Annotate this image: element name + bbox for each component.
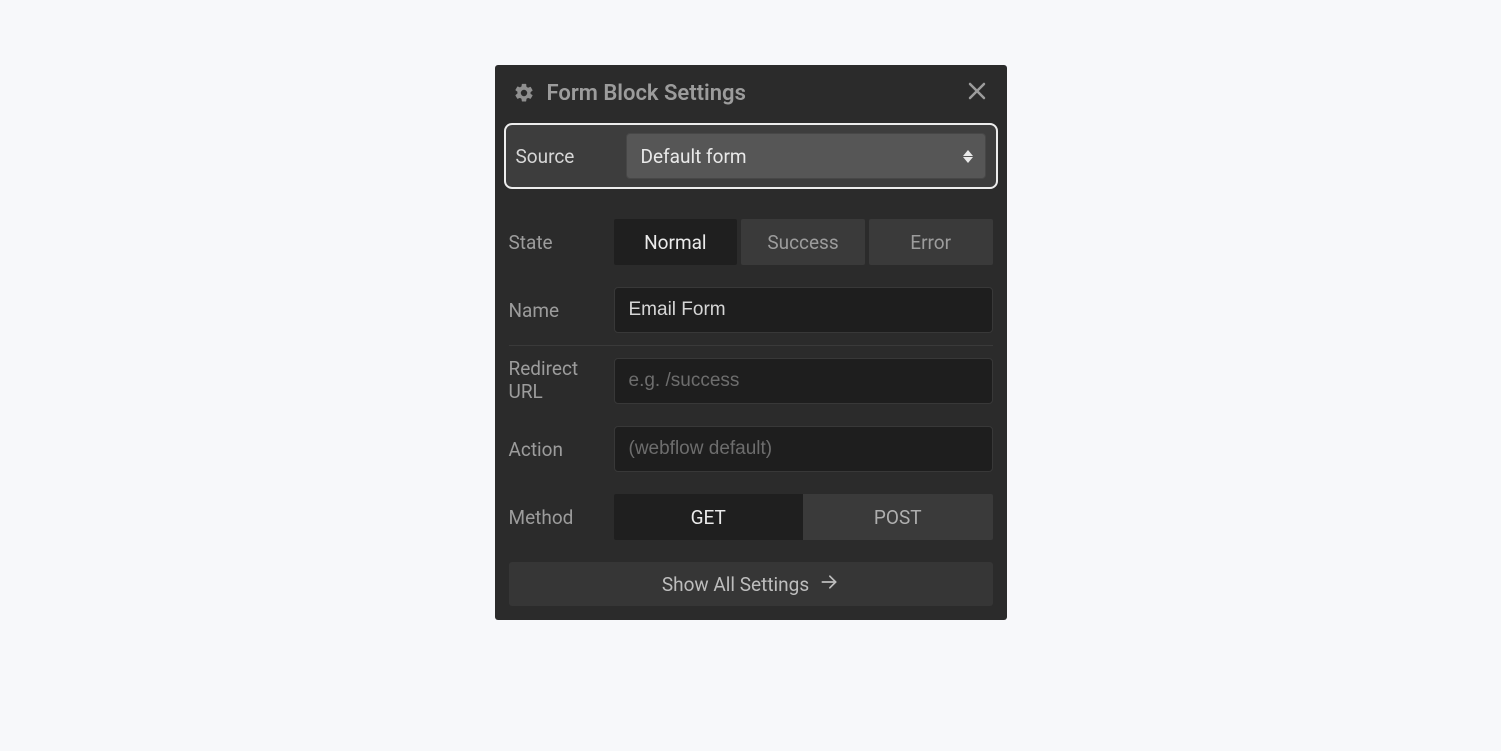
redirect-label: Redirect URL bbox=[509, 358, 614, 404]
state-label: State bbox=[509, 231, 614, 254]
divider bbox=[509, 345, 993, 346]
method-segmented: GET POST bbox=[614, 494, 993, 540]
name-label: Name bbox=[509, 299, 614, 322]
source-select[interactable]: Default form bbox=[626, 133, 986, 179]
panel-header: Form Block Settings bbox=[495, 65, 1007, 123]
method-row: Method GET POST bbox=[495, 492, 1007, 542]
state-row: State Normal Success Error bbox=[495, 217, 1007, 267]
method-option-get[interactable]: GET bbox=[614, 494, 804, 540]
arrow-right-icon bbox=[819, 572, 839, 597]
redirect-row: Redirect URL bbox=[495, 356, 1007, 406]
redirect-input[interactable] bbox=[614, 358, 993, 404]
source-label: Source bbox=[516, 145, 626, 168]
method-label: Method bbox=[509, 506, 614, 529]
state-option-success[interactable]: Success bbox=[741, 219, 865, 265]
action-row: Action bbox=[495, 424, 1007, 474]
settings-panel: Form Block Settings Source Default form … bbox=[495, 65, 1007, 620]
show-all-label: Show All Settings bbox=[662, 573, 809, 596]
chevron-sort-icon bbox=[963, 150, 973, 163]
state-option-error[interactable]: Error bbox=[869, 219, 993, 265]
show-all-settings-button[interactable]: Show All Settings bbox=[509, 562, 993, 606]
source-value: Default form bbox=[641, 145, 747, 168]
state-segmented: Normal Success Error bbox=[614, 219, 993, 265]
source-row: Source Default form bbox=[504, 123, 998, 189]
name-input[interactable] bbox=[614, 287, 993, 333]
gear-icon bbox=[513, 82, 535, 104]
action-input[interactable] bbox=[614, 426, 993, 472]
panel-title: Form Block Settings bbox=[547, 81, 965, 106]
method-option-post[interactable]: POST bbox=[803, 494, 993, 540]
name-row: Name bbox=[495, 285, 1007, 335]
close-icon[interactable] bbox=[965, 79, 989, 107]
action-label: Action bbox=[509, 438, 614, 461]
state-option-normal[interactable]: Normal bbox=[614, 219, 738, 265]
